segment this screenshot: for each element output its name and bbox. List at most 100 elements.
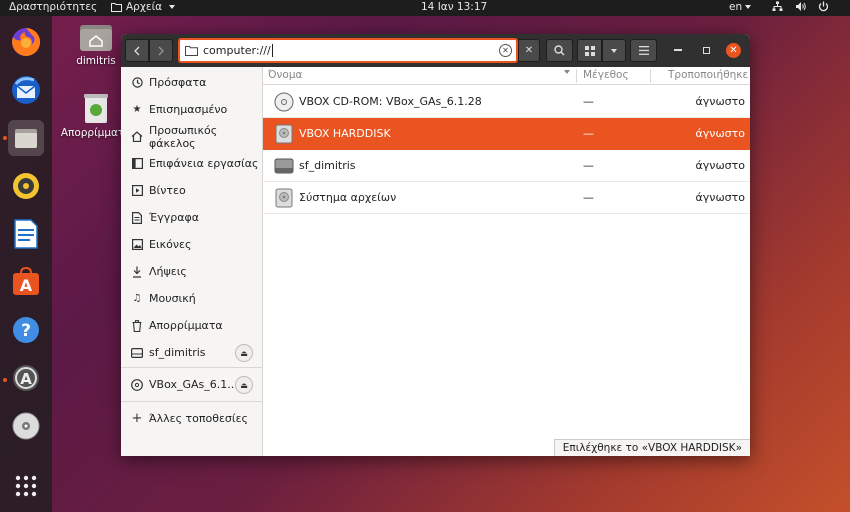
minimize-icon — [674, 49, 682, 51]
maximize-icon — [702, 46, 710, 54]
file-row-selected[interactable]: VBOX HARDDISK — άγνωστο — [263, 118, 750, 150]
show-apps-button[interactable] — [8, 468, 44, 504]
search-icon — [554, 45, 565, 56]
sidebar-item-videos[interactable]: Βίντεο — [121, 177, 263, 204]
clock[interactable]: 14 Ιαν 13:17 — [421, 1, 487, 13]
close-location-button[interactable]: ✕ — [518, 39, 540, 62]
sidebar-item-downloads[interactable]: Λήψεις — [121, 258, 263, 285]
maximize-button[interactable] — [699, 43, 713, 57]
column-size-header[interactable]: Μέγεθος — [583, 69, 629, 81]
power-icon — [818, 1, 829, 12]
file-row[interactable]: Σύστημα αρχείων — άγνωστο — [263, 182, 750, 214]
activities-button[interactable]: Δραστηριότητες — [9, 1, 97, 13]
file-size: — — [583, 127, 594, 140]
language-label: en — [729, 1, 743, 13]
rhythmbox-launcher[interactable] — [8, 168, 44, 204]
help-icon: ? — [13, 317, 39, 343]
language-indicator[interactable]: en — [729, 1, 752, 13]
file-modified: άγνωστο — [695, 95, 745, 108]
trash-icon — [84, 94, 108, 123]
sidebar-item-label: Έγγραφα — [149, 211, 199, 224]
status-text: Επιλέχθηκε το «VBOX HARDDISK» — [562, 442, 742, 454]
app-menu[interactable]: Αρχεία — [111, 1, 176, 13]
chevron-left-icon — [134, 46, 140, 55]
sidebar-item-label: Πρόσφατα — [149, 76, 207, 89]
help-launcher[interactable]: ? — [8, 312, 44, 348]
close-window-button[interactable]: ✕ — [726, 43, 741, 58]
file-modified: άγνωστο — [695, 127, 745, 140]
video-icon — [131, 185, 143, 197]
sidebar-item-desktop[interactable]: Επιφάνεια εργασίας — [121, 150, 263, 177]
document-icon — [131, 211, 143, 224]
sidebar-item-trash[interactable]: Απορρίμματα — [121, 312, 263, 339]
clock-icon — [131, 77, 143, 89]
back-button[interactable] — [125, 39, 149, 62]
thunderbird-launcher[interactable] — [8, 72, 44, 108]
disc-icon — [274, 92, 294, 112]
updater-launcher[interactable]: A — [8, 360, 44, 396]
column-separator — [576, 69, 577, 83]
sidebar-item-starred[interactable]: ★ Επισημασμένο — [121, 96, 263, 123]
column-modified-header[interactable]: Τροποποιήθηκε — [668, 69, 748, 81]
sidebar-item-pictures[interactable]: Εικόνες — [121, 231, 263, 258]
sidebar-item-label: Λήψεις — [149, 265, 187, 278]
search-button[interactable] — [546, 39, 573, 62]
folder-icon — [111, 3, 122, 12]
firefox-launcher[interactable] — [8, 24, 44, 60]
chevron-down-icon — [169, 5, 176, 9]
minimize-button[interactable] — [671, 43, 685, 57]
dvd-launcher[interactable] — [8, 408, 44, 444]
disc-icon — [131, 378, 143, 391]
sidebar-item-vbox-gas[interactable]: VBox_GAs_6.1.... ⏏ — [121, 371, 263, 398]
column-separator — [650, 69, 651, 83]
software-launcher[interactable]: A — [8, 264, 44, 300]
eject-icon: ⏏ — [240, 380, 248, 390]
sidebar-item-sf-dimitris[interactable]: sf_dimitris ⏏ — [121, 339, 263, 366]
home-icon — [131, 131, 143, 143]
clear-location-button[interactable]: ✕ — [499, 44, 512, 57]
sidebar-item-music[interactable]: ♫ Μουσική — [121, 285, 263, 312]
view-options-button[interactable] — [602, 39, 626, 62]
running-indicator — [3, 136, 7, 140]
system-menu[interactable] — [772, 1, 829, 12]
network-icon — [772, 1, 783, 11]
file-name: VBOX HARDDISK — [299, 127, 391, 140]
sidebar-item-label: Επιφάνεια εργασίας — [149, 157, 259, 170]
file-row[interactable]: VBOX CD-ROM: VBox_GAs_6.1.28 — άγνωστο — [263, 86, 750, 118]
sidebar-separator — [121, 367, 263, 368]
speaker-icon — [13, 173, 39, 199]
disc-icon — [12, 412, 40, 440]
home-folder-icon — [80, 25, 112, 51]
writer-launcher[interactable] — [8, 216, 44, 252]
file-modified: άγνωστο — [695, 191, 745, 204]
sidebar-item-documents[interactable]: Έγγραφα — [121, 204, 263, 231]
star-icon: ★ — [132, 104, 142, 115]
clear-icon: ✕ — [502, 46, 509, 55]
sidebar-item-label: Απορρίμματα — [149, 319, 223, 332]
file-size: — — [583, 159, 594, 172]
forward-button[interactable] — [149, 39, 173, 62]
grid-icon — [15, 475, 37, 497]
status-bar: Επιλέχθηκε το «VBOX HARDDISK» — [553, 439, 750, 456]
sidebar-item-recent[interactable]: Πρόσφατα — [121, 69, 263, 96]
file-name: VBOX CD-ROM: VBox_GAs_6.1.28 — [299, 95, 482, 108]
column-name-header[interactable]: Όνομα — [268, 69, 302, 81]
location-bar[interactable]: computer:/// ✕ — [178, 38, 518, 63]
sidebar-item-label: Προσωπικός φάκελος — [149, 123, 218, 150]
running-indicator — [3, 378, 7, 382]
main-menu-button[interactable] — [630, 39, 657, 62]
store-icon: A — [13, 267, 39, 295]
sidebar-item-home[interactable]: Προσωπικός φάκελος — [121, 123, 263, 150]
location-text: computer:/// — [203, 44, 271, 57]
files-launcher[interactable] — [8, 120, 44, 156]
file-row[interactable]: sf_dimitris — άγνωστο — [263, 150, 750, 182]
plus-icon: + — [131, 411, 143, 426]
close-icon: ✕ — [729, 45, 738, 56]
sidebar-item-other-locations[interactable]: + Άλλες τοποθεσίες — [121, 405, 263, 432]
eject-button[interactable]: ⏏ — [235, 344, 253, 362]
view-grid-button[interactable] — [577, 39, 602, 62]
eject-button[interactable]: ⏏ — [235, 376, 253, 394]
drive-icon — [274, 158, 294, 174]
headerbar: computer:/// ✕ ✕ ✕ — [121, 34, 750, 67]
drive-icon — [131, 347, 143, 359]
